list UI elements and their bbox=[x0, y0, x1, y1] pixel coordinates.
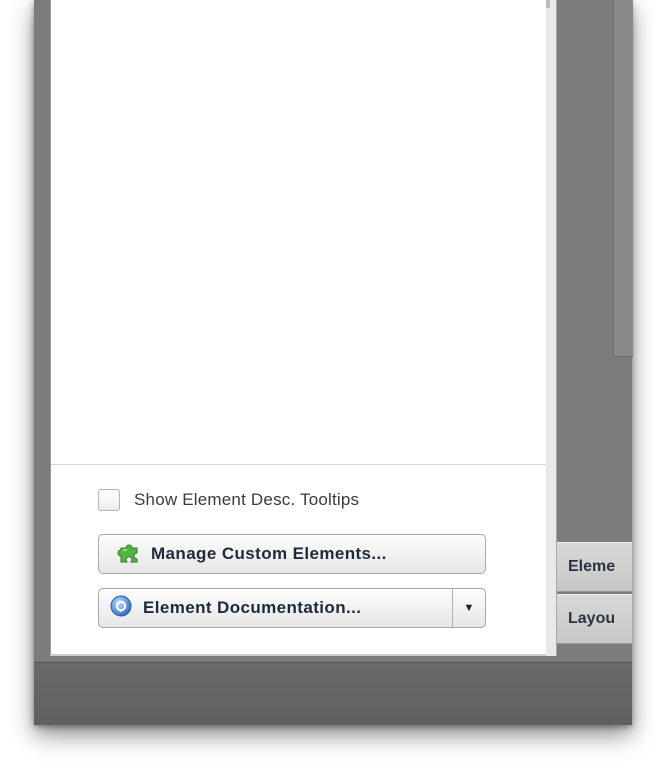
tab-layout[interactable]: Layou bbox=[557, 594, 632, 644]
panel-splitter[interactable] bbox=[546, 0, 557, 656]
help-icon bbox=[109, 594, 133, 623]
element-documentation-label: Element Documentation... bbox=[143, 598, 362, 617]
tooltip-option-row: Show Element Desc. Tooltips bbox=[98, 487, 359, 513]
show-tooltips-label: Show Element Desc. Tooltips bbox=[134, 490, 360, 509]
manage-custom-elements-label: Manage Custom Elements... bbox=[151, 544, 387, 563]
element-documentation-main[interactable]: Element Documentation... bbox=[109, 589, 452, 627]
puzzle-piece-icon bbox=[117, 540, 141, 569]
application-window: Show Element Desc. Tooltips Manage Custo… bbox=[34, 0, 633, 725]
element-documentation-button[interactable]: Element Documentation... ▼ bbox=[98, 588, 486, 628]
scroll-nub bbox=[546, 0, 550, 8]
tab-elements[interactable]: Eleme bbox=[557, 542, 632, 592]
dropdown-arrow-icon[interactable]: ▼ bbox=[453, 589, 485, 627]
right-panel: Eleme Layou bbox=[557, 0, 633, 663]
bottom-bar bbox=[34, 662, 632, 725]
show-tooltips-checkbox[interactable] bbox=[98, 489, 120, 511]
manage-custom-elements-button[interactable]: Manage Custom Elements... bbox=[98, 534, 486, 574]
panel-divider bbox=[51, 464, 547, 465]
right-inner-pane bbox=[613, 0, 633, 357]
